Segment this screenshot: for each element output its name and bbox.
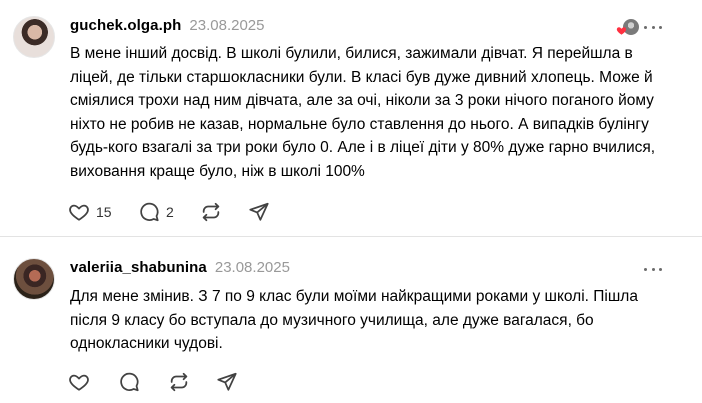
repost-icon xyxy=(170,372,188,392)
more-icon xyxy=(644,25,647,29)
like-count: 15 xyxy=(96,204,112,220)
username[interactable]: guchek.olga.ph xyxy=(70,17,181,34)
share-icon xyxy=(217,372,237,391)
post-text: В мене інший досвід. В школі булили, бил… xyxy=(70,45,656,180)
reply-button[interactable]: 2 xyxy=(138,201,200,223)
reply-count: 2 xyxy=(166,204,174,220)
post-date[interactable]: 23.08.2025 xyxy=(189,17,264,34)
action-bar xyxy=(68,371,238,393)
post-text: Для мене змінив. З 7 по 9 клас були моїм… xyxy=(70,288,638,353)
comment-post: valeriia_shabunina 23.08.2025 Для мене з… xyxy=(0,237,702,403)
reply-button[interactable] xyxy=(118,371,168,393)
share-button[interactable] xyxy=(216,371,238,393)
share-icon xyxy=(249,202,269,221)
action-bar: 15 2 xyxy=(68,201,270,223)
more-options-button[interactable] xyxy=(644,20,662,34)
comments-feed: guchek.olga.ph 23.08.2025 В мене інший д… xyxy=(0,0,702,403)
share-button[interactable] xyxy=(248,201,270,223)
avatar[interactable] xyxy=(13,258,55,300)
post-date[interactable]: 23.08.2025 xyxy=(215,259,290,276)
more-icon xyxy=(644,267,647,271)
repost-icon xyxy=(202,202,220,222)
heart-icon xyxy=(69,204,89,221)
like-button[interactable] xyxy=(68,371,118,393)
like-button[interactable]: 15 xyxy=(68,201,138,223)
post-header: valeriia_shabunina 23.08.2025 xyxy=(70,259,290,276)
heart-icon xyxy=(69,374,89,391)
author-liked-badge xyxy=(616,18,640,38)
comment-post: guchek.olga.ph 23.08.2025 В мене інший д… xyxy=(0,0,702,236)
avatar[interactable] xyxy=(13,16,55,58)
username[interactable]: valeriia_shabunina xyxy=(70,259,207,276)
repost-button[interactable] xyxy=(168,371,216,393)
more-options-button[interactable] xyxy=(644,262,662,276)
post-header: guchek.olga.ph 23.08.2025 xyxy=(70,17,265,34)
repost-button[interactable] xyxy=(200,201,248,223)
heart-icon xyxy=(616,27,627,35)
comment-icon xyxy=(120,372,139,392)
comment-icon xyxy=(140,202,159,222)
